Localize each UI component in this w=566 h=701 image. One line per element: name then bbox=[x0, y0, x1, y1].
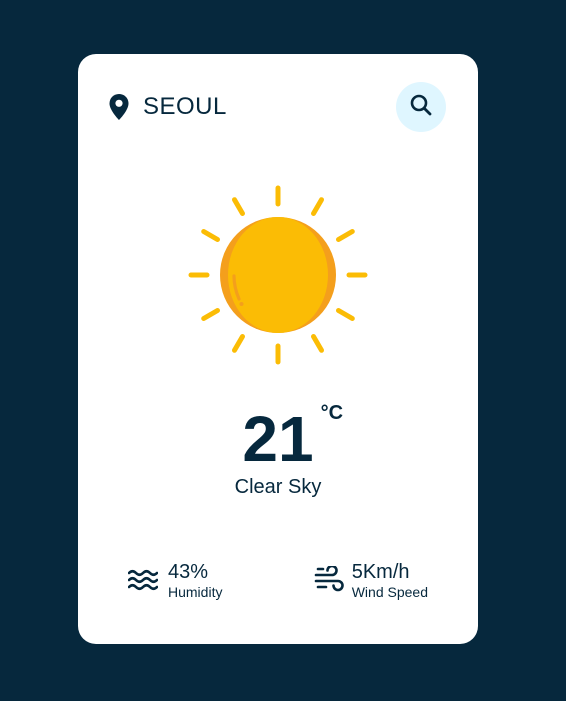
wind-speed-label: Wind Speed bbox=[351, 584, 428, 600]
sun-icon bbox=[188, 184, 368, 366]
map-pin-icon bbox=[108, 93, 130, 121]
humidity-value: 43% bbox=[168, 561, 209, 583]
search-button[interactable] bbox=[396, 82, 446, 132]
humidity-detail: 43% Humidity bbox=[127, 560, 223, 600]
humidity-waves-icon bbox=[127, 566, 159, 594]
search-icon bbox=[409, 93, 433, 122]
weather-card: SEOUL 21 °C Clear Sky 43% Humidity 5Km/h… bbox=[78, 54, 478, 644]
city-name: SEOUL bbox=[143, 93, 227, 120]
weather-details: 43% Humidity 5Km/h Wind Speed bbox=[127, 560, 428, 600]
card-header: SEOUL bbox=[108, 82, 446, 132]
wind-speed-value: 5Km/h bbox=[351, 561, 410, 583]
temperature: 21 °C bbox=[78, 402, 478, 475]
location: SEOUL bbox=[108, 93, 227, 121]
humidity-label: Humidity bbox=[168, 584, 223, 600]
wind-detail: 5Km/h Wind Speed bbox=[314, 560, 428, 600]
weather-description: Clear Sky bbox=[234, 476, 322, 498]
wind-icon bbox=[314, 564, 344, 594]
temperature-value: 21 bbox=[242, 403, 314, 475]
temperature-unit: °C bbox=[320, 402, 344, 424]
